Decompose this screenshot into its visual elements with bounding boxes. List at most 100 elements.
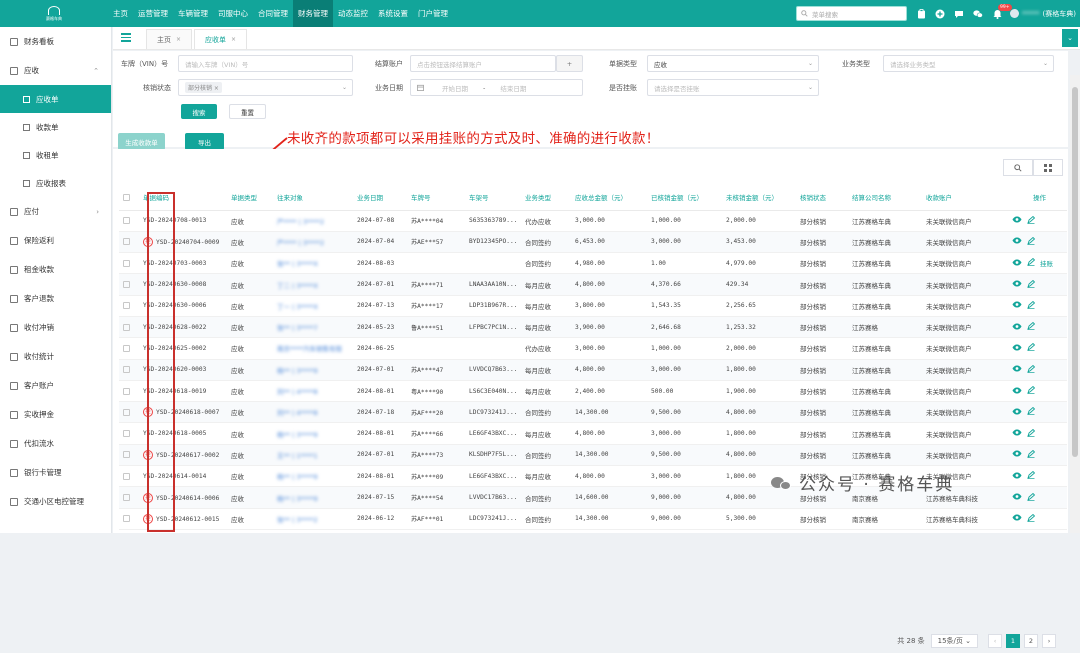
hang-action-link[interactable]: 挂账 [1040,258,1053,268]
tabs-dropdown-icon[interactable]: ⌄ [1062,29,1078,47]
verify-status-chip[interactable]: 部分核销 × [185,82,222,93]
sidebar-item[interactable]: 交通小区电控管理 [0,487,111,516]
close-icon[interactable]: × [231,36,236,43]
edit-pencil-icon[interactable] [1027,492,1036,503]
table-row[interactable]: YSD-20240618-0005 应收 杨** | 3****9 2024-08-0… [119,422,1067,445]
row-checkbox[interactable] [123,430,130,438]
cell-party-value[interactable]: 刘** | 4****8 [277,388,318,396]
row-checkbox[interactable] [123,302,130,310]
account-add-button[interactable]: + [556,55,583,72]
sidebar-item[interactable]: 收付统计 [0,342,111,371]
sidebar-subitem[interactable]: 应收报表 [0,169,111,197]
row-checkbox[interactable] [123,344,130,352]
cell-party-value[interactable]: 南京****汽车销售有限 [277,345,342,353]
reset-button[interactable]: 重置 [229,104,266,119]
row-checkbox[interactable] [123,281,130,289]
edit-pencil-icon[interactable] [1027,449,1036,460]
sidebar-subitem[interactable]: 应收单 [0,85,111,113]
user-company[interactable]: (赛格车典) [1043,9,1076,19]
view-eye-icon[interactable] [1012,472,1022,481]
account-input[interactable]: 点击按钮选择结算账户 [410,55,556,72]
row-checkbox[interactable] [123,494,130,501]
cell-party-value[interactable]: 严**** | 3****2 [277,239,324,247]
sidebar-subitem[interactable]: 收款单 [0,113,111,141]
view-eye-icon[interactable] [1012,408,1022,417]
nav-item[interactable]: 司服中心 [213,0,253,27]
nav-item[interactable]: 运营管理 [133,0,173,27]
select-all-checkbox[interactable] [123,193,130,201]
row-checkbox[interactable] [123,217,130,225]
sidebar-item[interactable]: 客户退款 [0,284,111,313]
row-checkbox[interactable] [123,408,130,416]
view-eye-icon[interactable] [1012,216,1022,225]
row-checkbox[interactable] [123,451,130,459]
page-button[interactable]: 2 [1024,634,1038,648]
table-row[interactable]: 挂 YSD-20240704-0009 应收 严**** | 3****2 2024-0… [119,231,1067,254]
nav-item[interactable]: 财务管理 [293,0,333,27]
table-row[interactable]: 挂 YSD-20240618-0007 应收 刘** | 4****8 2024-07-… [119,401,1067,424]
verify-status-select[interactable]: 部分核销 × ⌄ [178,79,353,96]
view-eye-icon[interactable] [1012,514,1022,523]
nav-item[interactable]: 主页 [108,0,133,27]
vin-input[interactable]: 请输入车牌（VIN）号 [178,55,353,72]
table-row[interactable]: YSD-20240630-0006 应收 丁一 | 3****X 2024-07-13… [119,295,1067,317]
biz-date-range[interactable]: 开始日期 - 结束日期 [410,79,583,96]
sidebar-item[interactable]: 应收 ⌃ [0,56,111,85]
cell-party-value[interactable]: 刘** | 4****8 [277,409,318,417]
search-button[interactable]: 搜索 [181,104,217,119]
message-icon[interactable] [954,9,964,19]
menu-toggle-icon[interactable] [113,26,138,49]
table-row[interactable]: 挂 YSD-20240617-0002 应收 王** | 1****1 2024-07-… [119,444,1067,467]
next-page-button[interactable]: › [1042,634,1056,648]
page-scrollbar[interactable] [1070,75,1080,533]
cell-party-value[interactable]: 杨** | 3****9 [277,431,318,439]
cell-party-value[interactable]: 丁二 | 3****X [277,282,318,290]
page-size-select[interactable]: 15条/页 ⌄ [930,634,978,648]
nav-item[interactable]: 动态监控 [333,0,373,27]
cell-party-value[interactable]: 张** | 3****2 [277,516,318,524]
view-eye-icon[interactable] [1012,387,1022,396]
sidebar-item[interactable]: 财务看板 [0,27,111,56]
sidebar-item[interactable]: 收付冲销 [0,313,111,342]
view-eye-icon[interactable] [1012,301,1022,310]
clipboard-icon[interactable] [916,8,926,19]
cell-party-value[interactable]: 张** | 3****7 [277,324,318,332]
cell-party-value[interactable]: 杨** | 3****9 [277,495,318,503]
view-eye-icon[interactable] [1012,323,1022,332]
close-icon[interactable]: × [176,36,181,43]
edit-pencil-icon[interactable] [1027,215,1036,226]
nav-item[interactable]: 系统设置 [373,0,413,27]
cell-party-value[interactable]: 张** | 3****X [277,260,318,268]
nav-item[interactable]: 门户管理 [413,0,453,27]
edit-pencil-icon[interactable] [1027,279,1036,290]
prev-page-button[interactable]: ‹ [988,634,1002,648]
cell-party-value[interactable]: 严**** | 3****2 [277,218,324,226]
nav-item[interactable]: 车辆管理 [173,0,213,27]
sidebar-item[interactable]: 保险返利 [0,226,111,255]
sidebar-item[interactable]: 租金收款 [0,255,111,284]
view-eye-icon[interactable] [1012,237,1022,246]
cell-party-value[interactable]: 丁一 | 3****X [277,303,318,311]
table-search-button[interactable] [1003,159,1033,176]
page-button[interactable]: 1 [1006,634,1020,648]
generate-receipt-button[interactable]: 生成收款单 [118,133,165,150]
edit-pencil-icon[interactable] [1027,236,1036,247]
edit-pencil-icon[interactable] [1027,471,1036,481]
sidebar-item[interactable]: 实收押金 [0,400,111,429]
cell-party-value[interactable]: 杨** | 3****9 [277,367,318,375]
app-logo[interactable]: 赛格车典 [0,0,108,27]
table-row[interactable]: YSD-20240708-0013 应收 严**** | 3****2 2024-07… [119,210,1067,232]
row-checkbox[interactable] [123,323,130,331]
scrollbar-thumb[interactable] [1072,87,1078,457]
sidebar-item[interactable]: 银行卡管理 [0,458,111,487]
sidebar-item[interactable]: 客户账户 [0,371,111,400]
edit-pencil-icon[interactable] [1027,364,1036,375]
menu-search-input[interactable]: 菜单搜索 [796,6,908,21]
view-eye-icon[interactable] [1012,493,1022,502]
view-eye-icon[interactable] [1012,259,1022,268]
table-row[interactable]: 挂 YSD-20240612-0015 应收 张** | 3****2 2024-06-… [119,508,1067,530]
edit-pencil-icon[interactable] [1027,343,1036,353]
table-row[interactable]: YSD-20240625-0002 应收 南京****汽车销售有限 2024-06-2… [119,337,1067,360]
edit-pencil-icon[interactable] [1027,300,1036,311]
column-settings-button[interactable] [1033,159,1063,176]
